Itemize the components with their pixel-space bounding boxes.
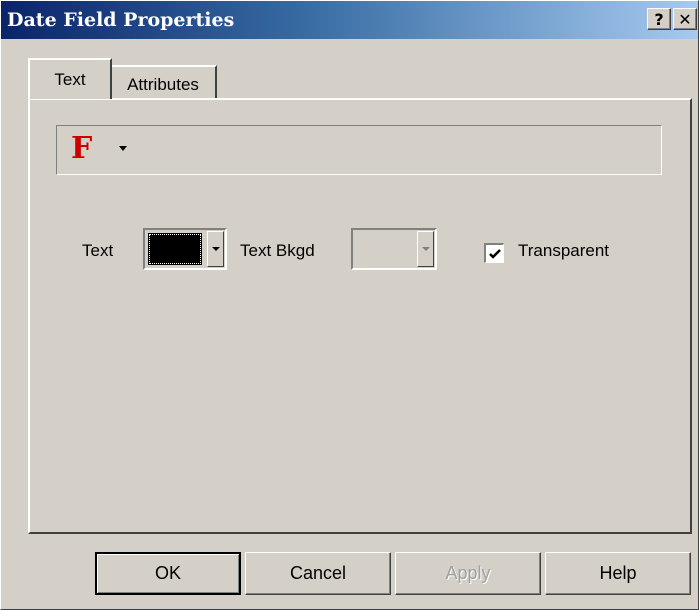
ok-button[interactable]: OK <box>95 552 241 595</box>
cancel-button[interactable]: Cancel <box>245 552 391 595</box>
font-toolbar: F <box>56 125 662 175</box>
tab-attributes[interactable]: Attributes <box>111 65 217 101</box>
chevron-down-icon[interactable] <box>119 146 127 151</box>
text-bkgd-dropdown-button[interactable] <box>417 231 434 267</box>
apply-button[interactable]: Apply <box>395 552 541 595</box>
help-title-button[interactable]: ? <box>647 8 671 30</box>
text-tab-panel: F Text Text Bkgd Transparent <box>28 98 692 534</box>
text-color-dropdown-button[interactable] <box>207 231 224 267</box>
window-title: Date Field Properties <box>7 9 235 31</box>
title-bar[interactable]: Date Field Properties ? ✕ <box>1 1 698 39</box>
close-icon: ✕ <box>678 10 692 29</box>
text-bkgd-color-picker[interactable] <box>351 228 437 270</box>
close-button[interactable]: ✕ <box>673 8 697 30</box>
text-bkgd-swatch <box>356 233 414 265</box>
chevron-down-icon <box>422 247 430 251</box>
font-icon[interactable]: F <box>71 132 92 166</box>
checkmark-icon <box>489 249 501 259</box>
text-bkgd-label: Text Bkgd <box>240 241 315 260</box>
text-color-label: Text <box>82 241 114 260</box>
transparent-label[interactable]: Transparent <box>518 241 609 261</box>
tab-text[interactable]: Text <box>28 58 112 99</box>
question-mark-icon: ? <box>654 10 664 29</box>
date-field-properties-dialog: Date Field Properties ? ✕ Text Attribute… <box>0 0 699 610</box>
help-button[interactable]: Help <box>545 552 691 595</box>
text-color-picker[interactable] <box>143 228 227 270</box>
text-color-swatch <box>148 233 202 265</box>
chevron-down-icon <box>212 247 220 251</box>
transparent-checkbox[interactable] <box>484 243 504 263</box>
